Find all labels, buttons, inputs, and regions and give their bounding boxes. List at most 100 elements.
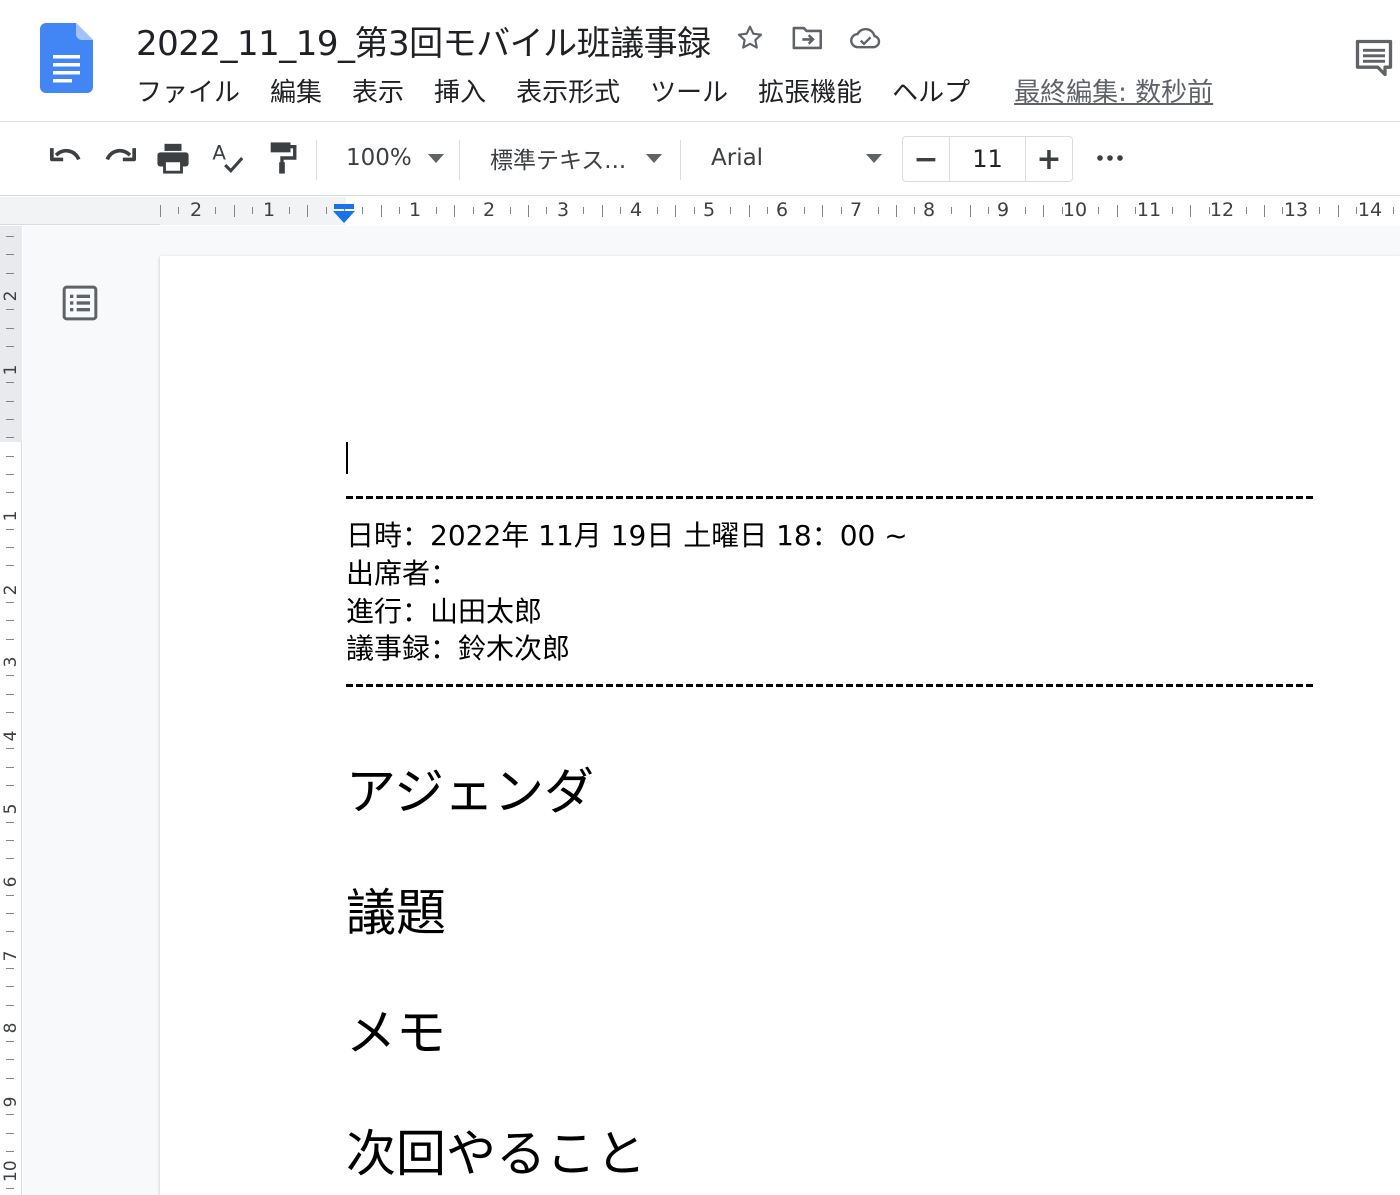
facilitator-line[interactable]: 進行：山田太郎 <box>346 590 542 630</box>
move-to-folder-icon[interactable] <box>790 20 826 56</box>
minutes-taker-line[interactable]: 議事録：鈴木次郎 <box>346 627 570 667</box>
ruler-label: 6 <box>775 199 789 221</box>
separator-line <box>346 684 1314 687</box>
font-size-control: − 11 + <box>902 136 1073 182</box>
text-cursor <box>346 442 348 474</box>
ruler-label: 2 <box>1 584 21 596</box>
ruler-tick <box>6 565 14 566</box>
menu-bar: ファイル 編集 表示 挿入 表示形式 ツール 拡張機能 ヘルプ 最終編集: 数秒… <box>136 72 1213 109</box>
ruler-label: 1 <box>408 199 422 221</box>
ruler-label: 14 <box>1357 199 1383 221</box>
ruler-tick <box>1172 207 1173 214</box>
menu-insert[interactable]: 挿入 <box>434 72 486 109</box>
toolbar: A 100% 標準テキス... Arial − 11 + <box>0 122 1400 196</box>
ruler-tick <box>841 207 842 214</box>
ruler-tick <box>1246 207 1247 214</box>
ruler-tick <box>6 767 14 768</box>
indent-marker-icon[interactable] <box>332 204 356 224</box>
ruler-tick <box>6 931 14 932</box>
spellcheck-icon[interactable]: A <box>208 138 248 178</box>
ruler-tick <box>694 207 695 214</box>
ruler-tick <box>6 382 14 383</box>
font-size-input[interactable]: 11 <box>949 137 1026 181</box>
font-family-value: Arial <box>711 145 764 171</box>
menu-extensions[interactable]: 拡張機能 <box>758 72 862 109</box>
ruler-tick <box>160 205 161 217</box>
cloud-saved-icon[interactable] <box>848 20 884 56</box>
ruler-tick <box>6 1005 14 1006</box>
ruler-tick <box>6 492 14 493</box>
ruler-label: 1 <box>1 364 21 376</box>
ruler-tick <box>6 474 14 475</box>
heading-topic[interactable]: 議題 <box>346 873 446 945</box>
heading-memo[interactable]: メモ <box>346 993 446 1065</box>
menu-help[interactable]: ヘルプ <box>892 72 970 109</box>
redo-icon[interactable] <box>100 138 140 178</box>
menu-edit[interactable]: 編集 <box>270 72 322 109</box>
ruler-label: 3 <box>1 656 21 668</box>
ruler-label: 12 <box>1209 199 1235 221</box>
ruler-tick <box>510 207 511 214</box>
separator-line <box>346 496 1314 499</box>
google-docs-logo-icon[interactable] <box>40 23 93 93</box>
ruler-label: 2 <box>482 199 496 221</box>
zoom-select[interactable]: 100% <box>346 138 446 178</box>
attendees-line[interactable]: 出席者： <box>346 552 458 592</box>
toolbar-divider <box>459 140 460 180</box>
ruler-tick <box>1393 207 1394 214</box>
ruler-label: 9 <box>996 199 1010 221</box>
ruler-label: 3 <box>556 199 570 221</box>
ruler-tick <box>1135 207 1136 214</box>
horizontal-ruler[interactable]: 2 1 1 2 3 4 5 6 7 8 9 10 11 12 13 14 <box>0 197 1400 225</box>
last-edit-link[interactable]: 最終編集: 数秒前 <box>1014 72 1213 109</box>
ruler-label: 1 <box>262 199 276 221</box>
ruler-tick <box>6 456 14 457</box>
toolbar-divider <box>680 140 681 180</box>
star-icon[interactable] <box>732 20 768 56</box>
ruler-tick <box>1098 207 1099 214</box>
ruler-tick <box>6 895 14 896</box>
ruler-tick <box>6 1133 14 1134</box>
font-family-select[interactable]: Arial <box>711 138 886 178</box>
undo-icon[interactable] <box>46 138 86 178</box>
ruler-tick <box>381 205 382 217</box>
ruler-tick <box>454 205 455 217</box>
meeting-datetime[interactable]: 日時：2022年 11月 19日 土曜日 18：00 ~ <box>346 514 908 554</box>
ruler-label: 10 <box>1062 199 1088 221</box>
more-options-icon[interactable] <box>1090 138 1130 178</box>
document-title[interactable]: 2022_11_19_第3回モバイル班議事録 <box>136 16 711 65</box>
vertical-ruler[interactable]: 2 1 1 2 3 4 5 6 7 8 9 10 <box>0 226 22 1195</box>
ruler-tick <box>6 1059 14 1060</box>
ruler-tick <box>289 207 290 214</box>
comment-history-icon[interactable] <box>1352 36 1396 80</box>
ruler-tick <box>6 675 14 676</box>
ruler-tick <box>6 1114 14 1115</box>
menu-file[interactable]: ファイル <box>136 72 240 109</box>
paint-format-icon[interactable] <box>262 138 302 178</box>
menu-view[interactable]: 表示 <box>352 72 404 109</box>
print-icon[interactable] <box>153 138 193 178</box>
document-outline-icon[interactable] <box>60 283 100 323</box>
ruler-tick <box>1319 207 1320 214</box>
ruler-tick <box>1043 205 1044 217</box>
ruler-tick <box>6 748 14 749</box>
ruler-tick <box>6 822 14 823</box>
menu-tools[interactable]: ツール <box>650 72 728 109</box>
ruler-tick <box>528 205 529 217</box>
ruler-label: 2 <box>1 290 21 302</box>
heading-agenda[interactable]: アジェンダ <box>346 752 594 824</box>
ruler-label: 5 <box>1 803 21 815</box>
ruler-tick <box>6 236 14 237</box>
ruler-tick <box>970 205 971 217</box>
ruler-tick <box>326 207 327 214</box>
ruler-tick <box>6 419 14 420</box>
increase-font-size-button[interactable]: + <box>1026 137 1072 181</box>
ruler-tick <box>767 207 768 214</box>
menu-format[interactable]: 表示形式 <box>516 72 620 109</box>
decrease-font-size-button[interactable]: − <box>903 137 949 181</box>
paragraph-style-select[interactable]: 標準テキス... <box>490 138 665 178</box>
ruler-label: 8 <box>922 199 936 221</box>
heading-next-actions[interactable]: 次回やること <box>346 1114 646 1186</box>
ruler-tick <box>804 207 805 214</box>
ruler-tick <box>1025 207 1026 214</box>
